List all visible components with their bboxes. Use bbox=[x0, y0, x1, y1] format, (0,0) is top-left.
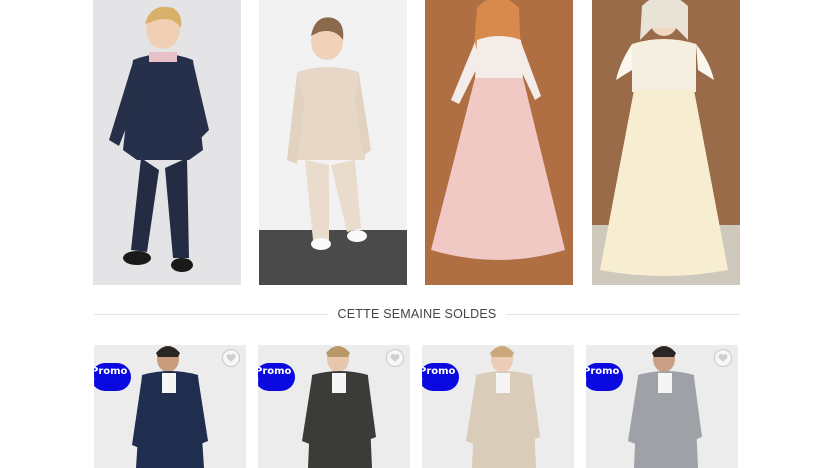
girl-ivory-dress-photo bbox=[592, 0, 740, 285]
product-card[interactable]: Promo ! bbox=[586, 345, 738, 468]
hero-image-girl-ivory-dress[interactable] bbox=[592, 0, 740, 285]
hero-image-boy-navy-suit[interactable] bbox=[93, 0, 241, 285]
section-title: CETTE SEMAINE SOLDES bbox=[337, 307, 497, 321]
product-card[interactable]: Promo ! bbox=[258, 345, 410, 468]
promo-badge: Promo ! bbox=[94, 363, 131, 391]
hero-image-girl-pink-dress[interactable] bbox=[425, 0, 573, 285]
product-card[interactable]: Promo ! bbox=[422, 345, 574, 468]
heart-icon[interactable] bbox=[386, 349, 404, 367]
promo-badge: Promo ! bbox=[422, 363, 459, 391]
product-card[interactable]: Promo ! bbox=[94, 345, 246, 468]
girl-pink-dress-photo bbox=[425, 0, 573, 285]
heart-icon[interactable] bbox=[714, 349, 732, 367]
divider-right bbox=[506, 313, 740, 315]
section-heading: CETTE SEMAINE SOLDES bbox=[94, 303, 740, 325]
boy-beige-suit-photo bbox=[259, 0, 407, 285]
heart-icon[interactable] bbox=[222, 349, 240, 367]
promo-badge: Promo ! bbox=[258, 363, 295, 391]
divider-left bbox=[94, 313, 328, 315]
promo-badge: Promo ! bbox=[586, 363, 623, 391]
hero-image-boy-beige-suit[interactable] bbox=[259, 0, 407, 285]
boy-navy-suit-photo bbox=[93, 0, 241, 285]
